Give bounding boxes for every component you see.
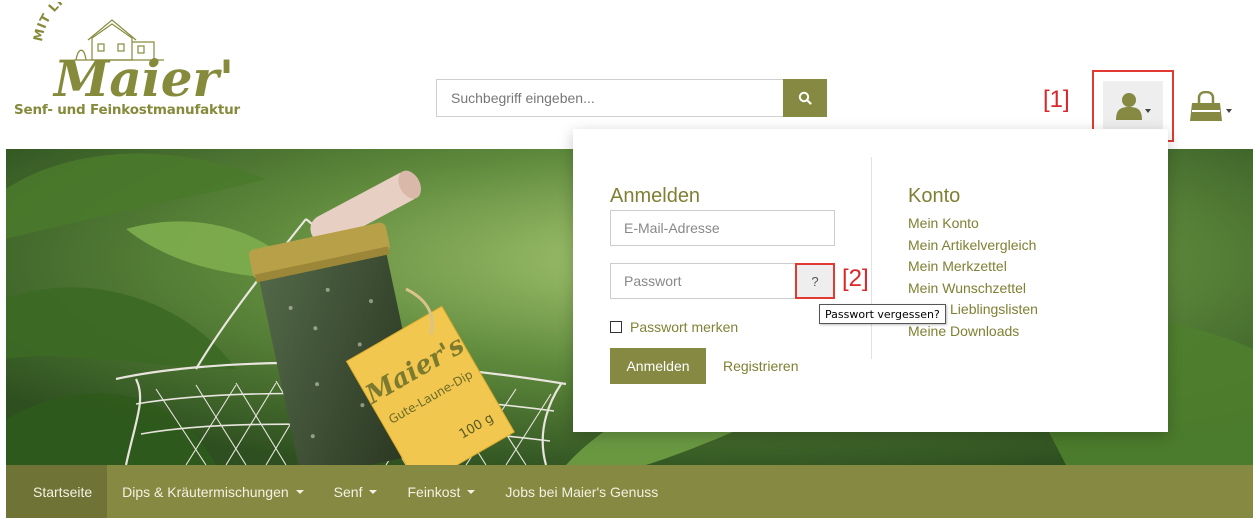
forgot-password-button[interactable]: ? [795, 263, 835, 299]
password-field[interactable] [610, 263, 796, 299]
search-icon [798, 91, 812, 105]
nav-item-jobs[interactable]: Jobs bei Maier's Genuss [490, 465, 673, 518]
remember-checkbox[interactable] [610, 321, 622, 333]
login-button[interactable]: Anmelden [610, 348, 706, 384]
remember-me[interactable]: Passwort merken [610, 319, 738, 335]
logo-arc-text: MIT LIEBE GEMACHT [30, 2, 168, 43]
nav-item-label: Jobs bei Maier's Genuss [505, 483, 659, 500]
remember-label[interactable]: Passwort merken [630, 319, 738, 335]
chevron-down-icon [467, 489, 476, 494]
search-bar [436, 79, 827, 117]
nav-item-label: Dips & Kräutermischungen [122, 483, 289, 500]
chevron-down-icon [1144, 109, 1151, 113]
account-link-wunschzettel[interactable]: Mein Wunschzettel [908, 278, 1038, 300]
shopping-bag-icon [1189, 91, 1222, 121]
user-icon [1115, 93, 1142, 120]
cart-button[interactable] [1182, 81, 1238, 131]
account-link-artikelvergleich[interactable]: Mein Artikelvergleich [908, 235, 1038, 257]
account-link-merkzettel[interactable]: Mein Merkzettel [908, 256, 1038, 278]
dropdown-divider [871, 157, 872, 359]
chevron-down-icon [369, 489, 378, 494]
logo[interactable]: MIT LIEBE GEMACHT Maier's Senf- und Fein… [14, 2, 240, 132]
nav-item-startseite[interactable]: Startseite [6, 465, 108, 518]
nav-item-dips[interactable]: Dips & Kräutermischungen [107, 465, 319, 518]
svg-text:MIT LIEBE GEMACHT: MIT LIEBE GEMACHT [30, 2, 169, 43]
account-link-mein-konto[interactable]: Mein Konto [908, 213, 1038, 235]
search-input[interactable] [436, 79, 783, 117]
annotation-marker-1: [1] [1043, 86, 1070, 113]
logo-tagline: Senf- und Feinkostmanufaktur [14, 102, 240, 118]
tooltip: Passwort vergessen? [819, 304, 946, 324]
login-title: Anmelden [610, 185, 701, 207]
page: MIT LIEBE GEMACHT Maier's Senf- und Fein… [0, 0, 1253, 518]
logo-graphic: MIT LIEBE GEMACHT Maier's [30, 2, 234, 102]
nav-item-label: Senf [333, 483, 363, 500]
annotation-marker-2: [2] [842, 265, 869, 292]
search-button[interactable] [783, 79, 827, 117]
account-title: Konto [908, 185, 961, 207]
nav-item-senf[interactable]: Senf [319, 465, 393, 518]
register-link[interactable]: Registrieren [723, 358, 798, 374]
chevron-down-icon [295, 489, 304, 494]
account-dropdown: Anmelden ? Passwort merken Anmelden Regi… [573, 129, 1168, 432]
chevron-down-icon [1225, 109, 1232, 113]
logo-name: Maier's [52, 49, 234, 102]
nav-item-label: Startseite [33, 483, 93, 500]
main-nav: Startseite Dips & Kräutermischungen Senf… [6, 465, 1253, 518]
email-field[interactable] [610, 210, 835, 246]
nav-item-feinkost[interactable]: Feinkost [392, 465, 490, 518]
account-button[interactable] [1103, 81, 1163, 131]
nav-item-label: Feinkost [407, 483, 461, 500]
